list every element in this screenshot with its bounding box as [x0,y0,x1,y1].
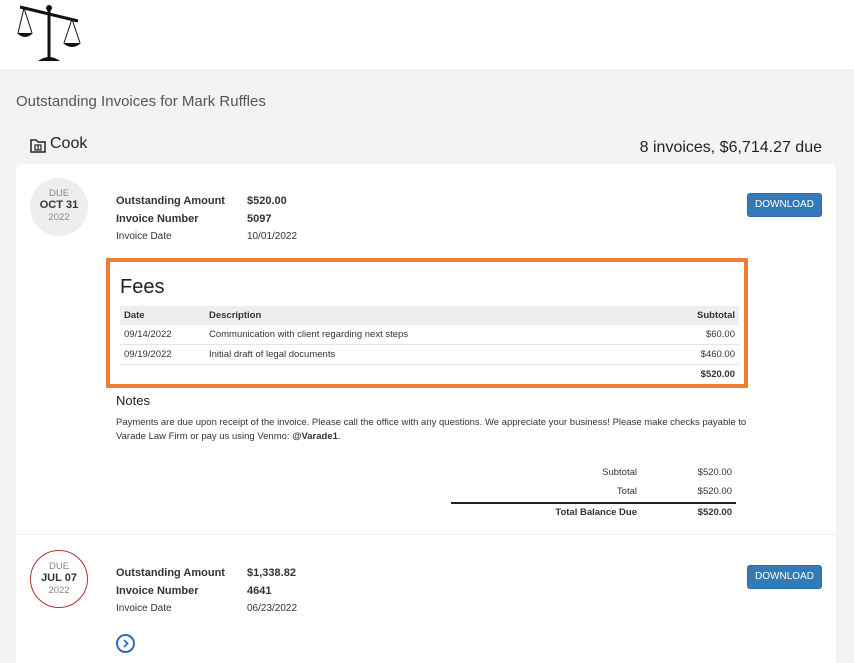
invoice-date-label: Invoice Date [116,231,172,242]
outstanding-amount-label: Outstanding Amount [116,195,225,207]
due-label: DUE [48,188,70,199]
fee-subtotal: $60.00 [641,325,739,345]
subtotal-value: $520.00 [697,467,732,478]
table-header-row: Date Description Subtotal [120,306,739,325]
scales-of-justice-icon[interactable] [16,3,82,63]
top-bar [0,0,854,69]
venmo-handle: @Varade1 [292,431,338,442]
column-header-description: Description [205,306,642,325]
download-button[interactable]: DOWNLOAD [747,193,822,217]
due-date: OCT 31 [39,199,79,211]
notes-body: Payments are due upon receipt of the inv… [116,417,747,442]
subtotal-label: Subtotal [602,467,637,478]
total-row: Total $520.00 [451,483,736,502]
fee-date: 09/19/2022 [120,344,205,365]
outstanding-amount-value: $520.00 [247,195,287,207]
fees-title: Fees [120,276,165,298]
total-value: $520.00 [697,486,732,497]
fees-total-row: $520.00 [120,365,739,385]
chevron-right-circle-icon[interactable] [116,634,135,653]
balance-due-row: Total Balance Due $520.00 [451,502,736,521]
invoice-number-value: 4641 [247,585,272,597]
due-year: 2022 [48,212,70,223]
fees-section: Fees Date Description Subtotal 09/14/202… [106,258,748,388]
outstanding-amount-label: Outstanding Amount [116,567,225,579]
fees-total: $520.00 [700,369,735,380]
invoice-number-label: Invoice Number [116,213,199,225]
invoice-date-label: Invoice Date [116,603,172,614]
fees-table: Date Description Subtotal 09/14/2022 Com… [120,306,739,384]
column-header-subtotal: Subtotal [641,306,739,325]
table-row: 09/19/2022 Initial draft of legal docume… [120,344,739,365]
due-year: 2022 [48,585,70,596]
invoice-totals: Subtotal $520.00 Total $520.00 Total Bal… [451,464,736,521]
client-header: Cook 8 invoices, $6,714.27 due [30,135,822,159]
fee-date: 09/14/2022 [120,325,205,345]
table-row: 09/14/2022 Communication with client reg… [120,325,739,345]
fee-subtotal: $460.00 [641,344,739,365]
invoice-date-value: 06/23/2022 [247,603,298,614]
balance-due-label: Total Balance Due [555,507,637,518]
due-date: JUL 07 [41,572,77,584]
fee-description: Initial draft of legal documents [205,344,642,365]
invoice-summary: 8 invoices, $6,714.27 due [639,139,822,156]
page-title: Outstanding Invoices for Mark Ruffles [16,93,266,110]
subtotal-row: Subtotal $520.00 [451,464,736,483]
download-button[interactable]: DOWNLOAD [747,565,822,589]
invoice-divider [16,534,836,535]
invoice-number-value: 5097 [247,213,272,225]
total-label: Total [616,486,637,497]
invoice-date-value: 10/01/2022 [247,231,298,242]
due-date-badge-overdue: DUE JUL 07 2022 [30,550,88,608]
notes-title: Notes [116,393,150,408]
due-date-badge: DUE OCT 31 2022 [30,178,88,236]
due-label: DUE [48,561,70,572]
fee-description: Communication with client regarding next… [205,325,642,345]
column-header-date: Date [120,306,205,325]
invoice-number-label: Invoice Number [116,585,199,597]
client-name: Cook [50,135,88,152]
balance-due-value: $520.00 [697,507,732,518]
notes-text: Payments are due upon receipt of the inv… [116,417,747,442]
folder-icon [30,139,46,153]
outstanding-amount-value: $1,338.82 [247,567,296,579]
